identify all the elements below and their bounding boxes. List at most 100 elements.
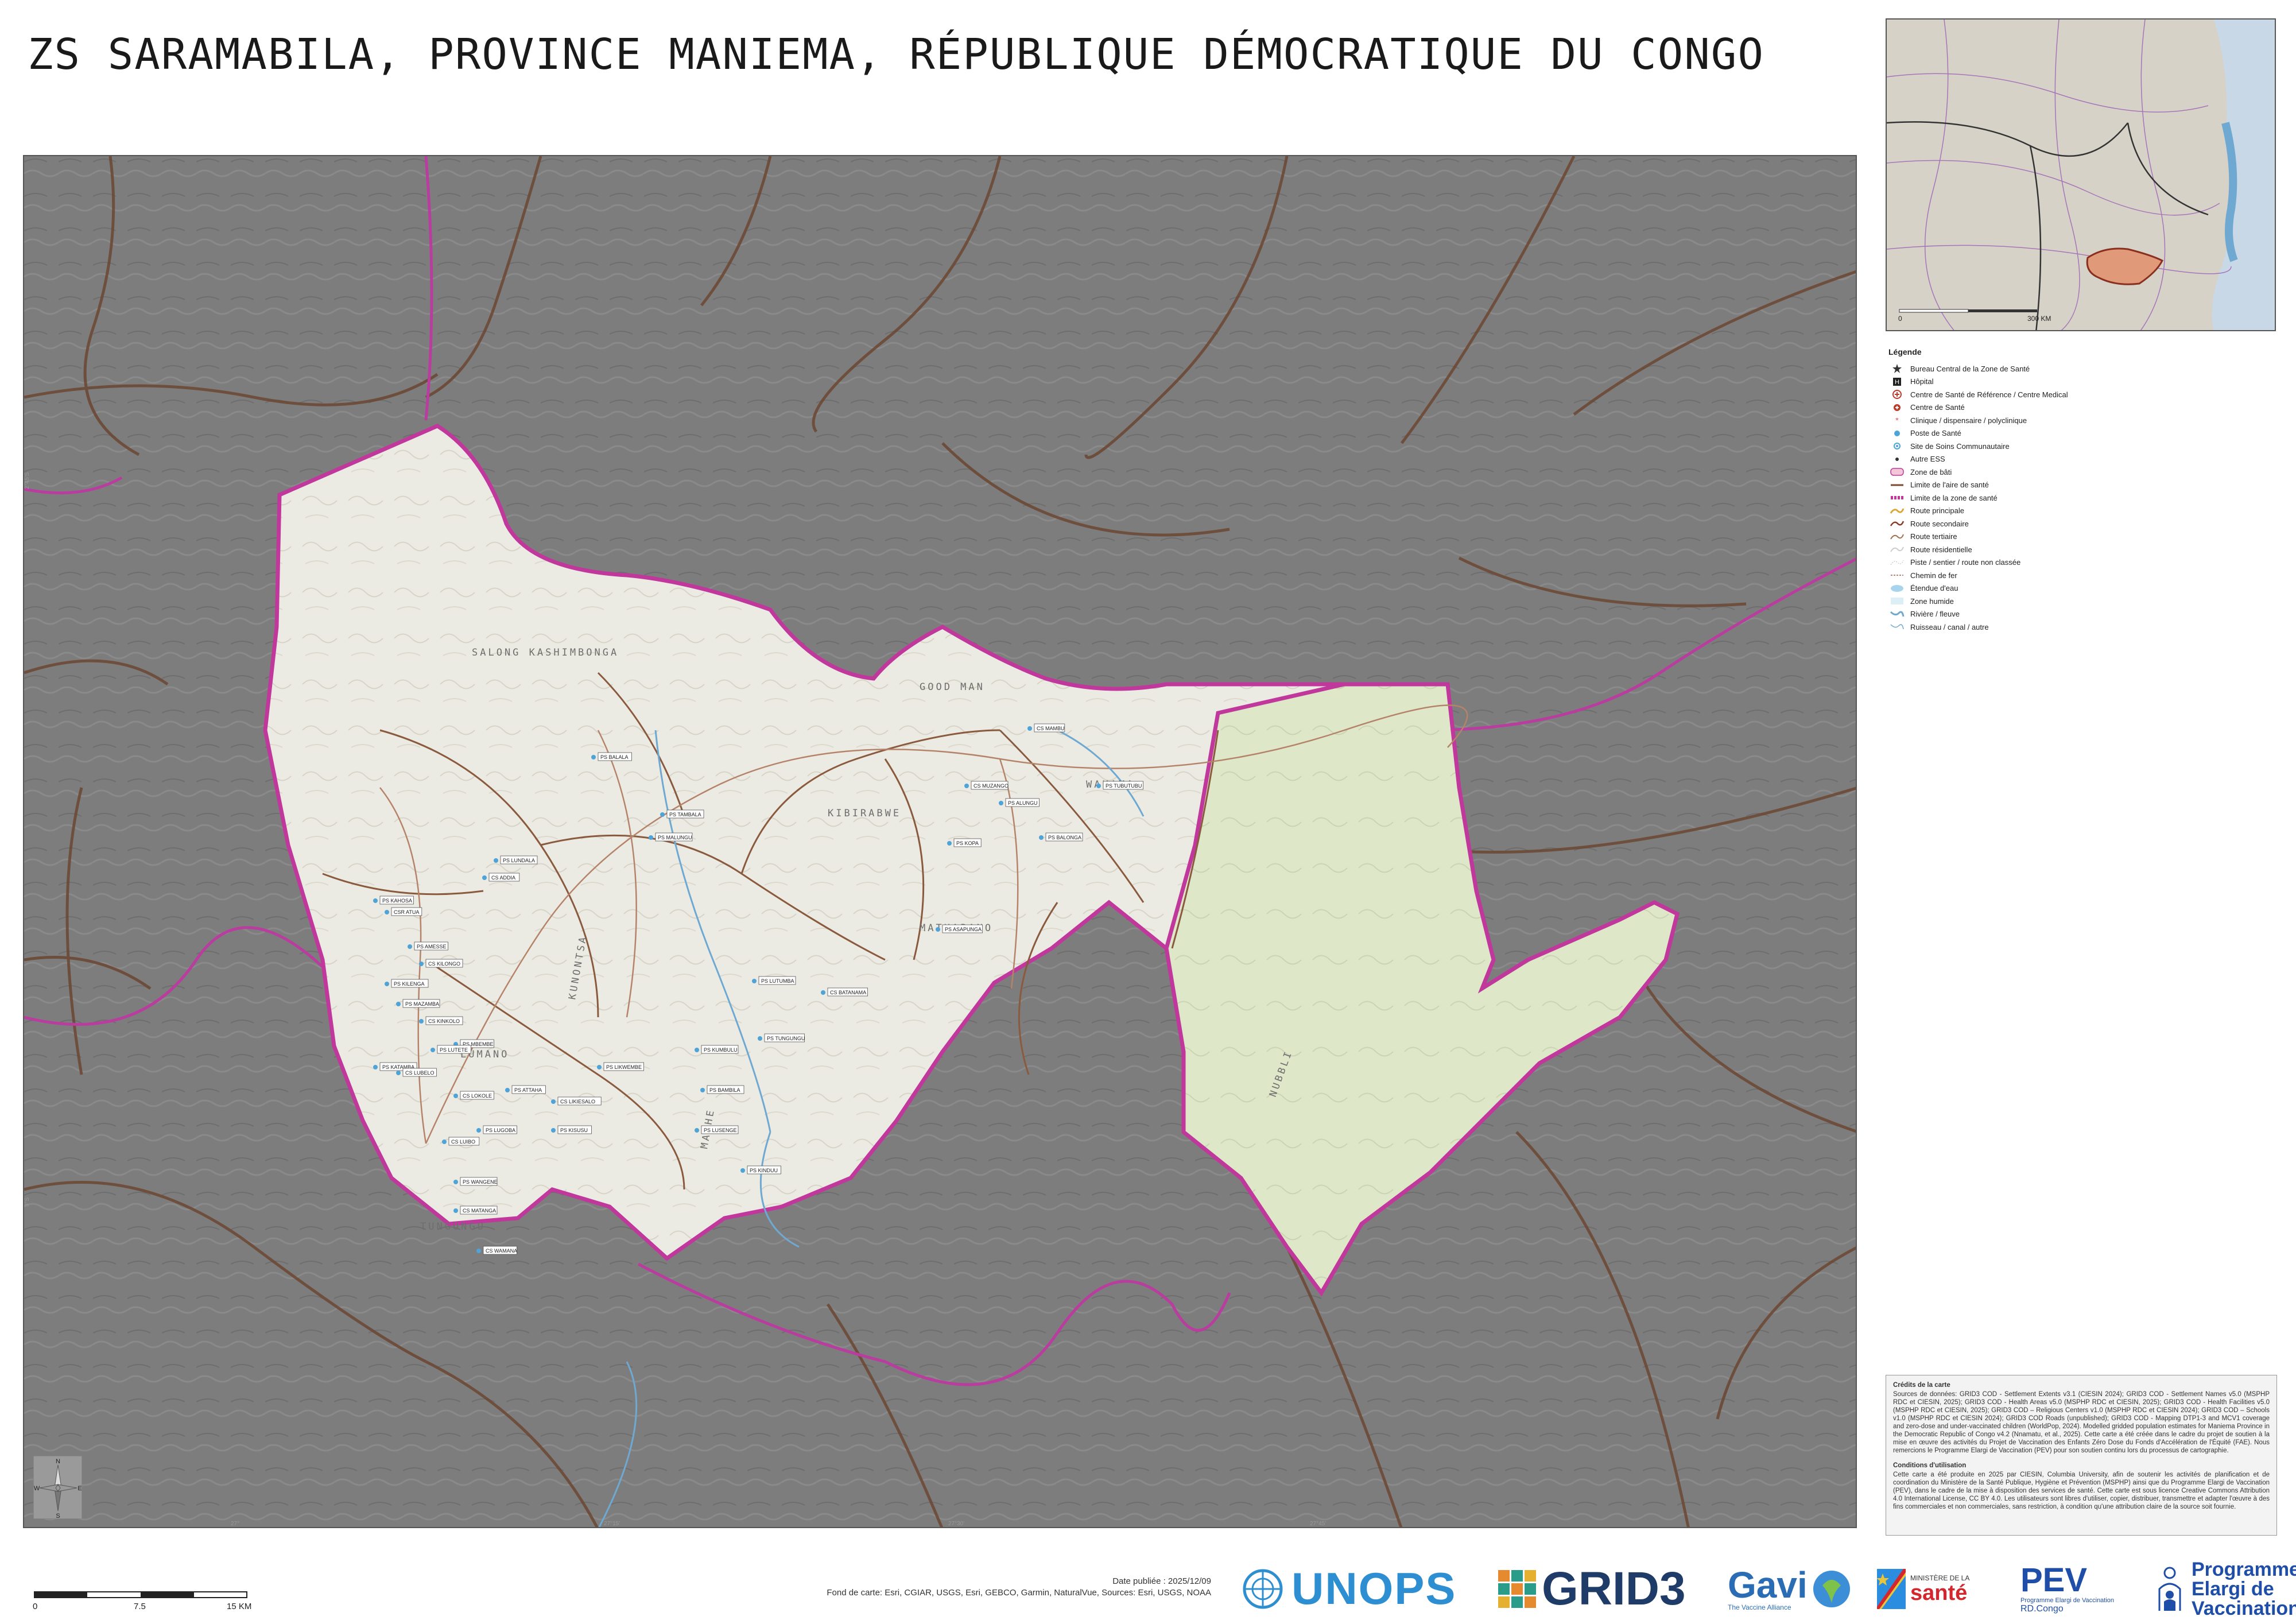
hospital-icon: H [1888, 376, 1906, 387]
facility-label: PS LUNDALA [503, 858, 535, 863]
legend-item-water: Étendue d'eau [1888, 582, 2279, 595]
scale-label: 15 KM [227, 1602, 251, 1611]
family-icon [2158, 1567, 2181, 1611]
inset-scale-label: 0 [1898, 315, 1902, 323]
legend-item-aire: Limite de l'aire de santé [1888, 479, 2279, 492]
facility-icon [551, 1128, 556, 1133]
facility-icon [700, 1088, 705, 1092]
publish-date: Date publiée : 2025/12/09 [1112, 1576, 1211, 1586]
facility-icon [419, 1019, 424, 1024]
facility-icon [597, 1065, 602, 1069]
facility-icon [1027, 726, 1032, 731]
facility-label: PS LUGOBA [486, 1127, 515, 1133]
legend-label: Limite de l'aire de santé [1910, 480, 1989, 490]
credits-conditions: Cette carte a été produite en 2025 par C… [1893, 1471, 2270, 1510]
facility-icon [408, 944, 412, 949]
legend-label: Route secondaire [1910, 519, 1969, 528]
compass-e: E [77, 1485, 82, 1492]
facility-icon [419, 962, 424, 966]
legend-label: Hôpital [1910, 377, 1934, 386]
inset-map[interactable]: 0 300 KM [1886, 18, 2276, 331]
legend-item-hospital: H Hôpital [1888, 375, 2279, 389]
legend-item-wetland: Zone humide [1888, 595, 2279, 608]
facility-label: PS LIKWEMBE [606, 1064, 642, 1070]
facility-label: PS ATTAHA [514, 1087, 542, 1093]
facility-label: CS MATANGA [463, 1208, 496, 1214]
facility-icon [385, 910, 389, 914]
unops-text: UNOPS [1292, 1563, 1457, 1614]
facility-label: CS KINKOLO [428, 1018, 460, 1024]
aire-icon [1888, 479, 1906, 491]
facility-icon [385, 982, 389, 986]
legend-label: Centre de Santé [1910, 403, 1965, 412]
facility-label: PS KOPA [956, 840, 979, 846]
road1-icon [1888, 505, 1906, 517]
compass-w: W [34, 1485, 40, 1492]
cs-icon [1888, 402, 1906, 413]
legend-item-zone: Limite de la zone de santé [1888, 491, 2279, 505]
programme-text-3: Vaccination [2192, 1597, 2296, 1619]
main-map[interactable]: SALONG KASHIMBONGA GOOD MAN MAKHE TUNGUN… [23, 155, 1857, 1528]
facility-label: CS MAMBU [1037, 726, 1065, 731]
inset-canvas: 0 300 KM [1887, 20, 2275, 330]
graticule-label: 27°15' [604, 1521, 620, 1527]
legend-label: Chemin de fer [1910, 571, 1957, 580]
facility-icon [476, 1249, 481, 1253]
footer-info: Date publiée : 2025/12/09 Fond de carte:… [827, 1576, 1211, 1599]
facility-label: PS LUTETE [440, 1047, 468, 1053]
rail-icon [1888, 569, 1906, 581]
facility-icon [649, 835, 653, 840]
legend-label: Autre ESS [1910, 455, 1945, 464]
legend-label: Site de Soins Communautaire [1910, 441, 2010, 451]
legend-item-road4: Route résidentielle [1888, 543, 2279, 556]
facility-icon [442, 1139, 447, 1144]
facility-icon [947, 841, 952, 846]
facility-icon [482, 875, 487, 880]
health-facility-marker[interactable]: PS LIKWEMBE [597, 1062, 644, 1071]
ssc-icon [1888, 440, 1906, 452]
facility-label: CS LOKOLE [463, 1093, 492, 1099]
legend-item-stream: Ruisseau / canal / autre [1888, 621, 2279, 634]
csr-icon [1888, 389, 1906, 400]
facility-label: CSR ATUA [394, 909, 419, 915]
health-facility-marker[interactable]: CS LIKIESALO [551, 1096, 602, 1106]
svg-text:*: * [1895, 416, 1899, 425]
facility-label: PS KAHOSA [382, 898, 412, 904]
facility-icon [396, 1071, 401, 1075]
facility-label: PS AMESSE [417, 944, 447, 949]
graticule-label: 27° [231, 1521, 239, 1527]
scale-label: 0 [33, 1602, 37, 1611]
facility-icon [758, 1036, 762, 1041]
clinic-icon: * [1888, 414, 1906, 426]
legend-label: Zone humide [1910, 596, 1954, 606]
facility-icon [505, 1088, 510, 1092]
legend-item-star: Bureau Central de la Zone de Santé [1888, 362, 2279, 375]
gavi-subtext: The Vaccine Alliance [1728, 1603, 1791, 1611]
gavi-text: Gavi [1728, 1564, 1808, 1606]
health-facility-marker[interactable]: CS BATANAMA [821, 987, 868, 997]
legend-item-road1: Route principale [1888, 505, 2279, 518]
health-facility-marker[interactable]: PS TUNGUNGU [758, 1033, 805, 1042]
facility-icon [430, 1048, 435, 1052]
built-icon [1888, 466, 1906, 478]
facility-icon [453, 1208, 458, 1213]
basemap-credit: Fond de carte: Esri, CGIAR, USGS, Esri, … [827, 1588, 1211, 1598]
star-icon [1888, 363, 1906, 374]
facility-label: PS BALONGA [1048, 835, 1081, 840]
health-facility-marker[interactable]: PS ASAPUNGA [936, 924, 983, 933]
health-facility-marker[interactable]: PS TUBUTUBU [1096, 781, 1143, 790]
facility-label: PS KILENGA [394, 981, 425, 987]
facility-label: PS MAZAMBA [405, 1001, 439, 1007]
facility-label: CS WAMANA [486, 1248, 517, 1254]
water-icon [1888, 583, 1906, 594]
region-label: TUNGUNGU [420, 1221, 486, 1232]
legend-label: Bureau Central de la Zone de Santé [1910, 364, 2030, 373]
facility-icon [695, 1128, 699, 1133]
conditions-heading: Conditions d'utilisation [1893, 1462, 1967, 1469]
facility-icon [494, 858, 498, 863]
map-canvas: SALONG KASHIMBONGA GOOD MAN MAKHE TUNGUN… [24, 156, 1856, 1527]
facility-label: PS WANGENE [463, 1179, 498, 1185]
scale-label: 7.5 [134, 1602, 146, 1611]
programme-text-1: Programme [2192, 1558, 2296, 1580]
credits-box: Crédits de la carte Sources de données: … [1886, 1375, 2277, 1536]
